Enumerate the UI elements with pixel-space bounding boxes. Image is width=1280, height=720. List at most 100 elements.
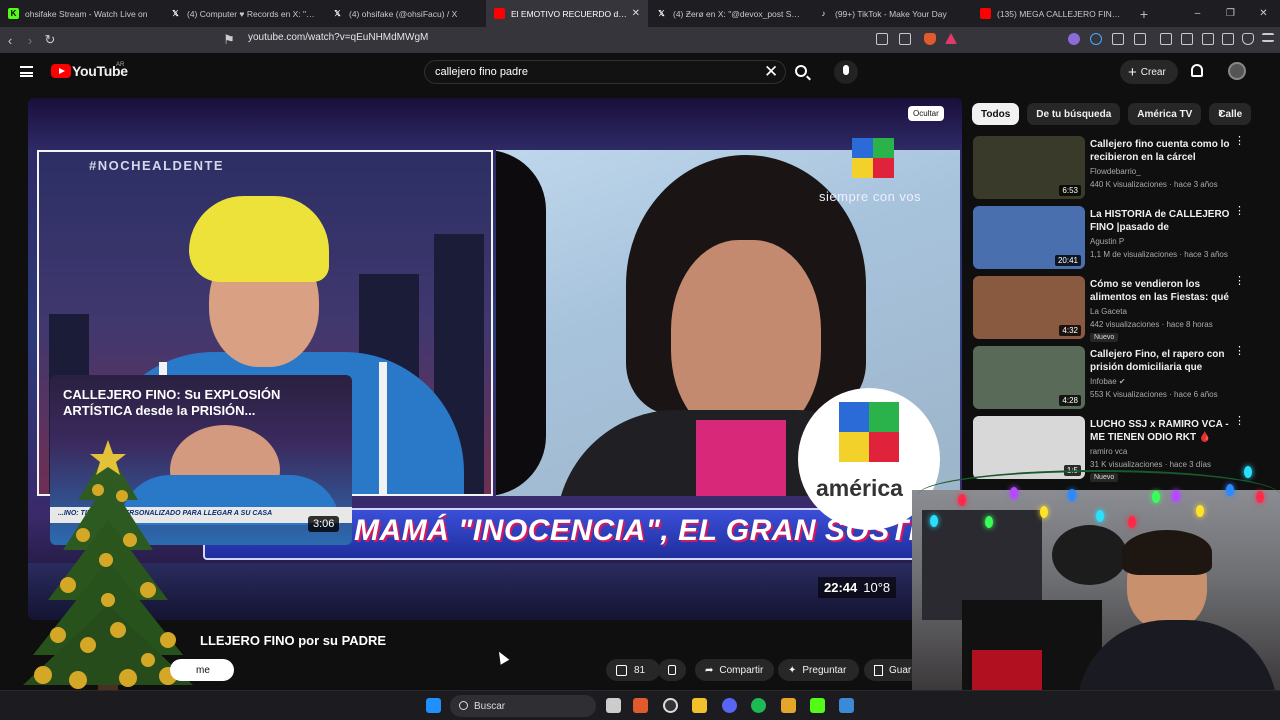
ask-button[interactable]: ✦ Preguntar [778,659,859,681]
url-field[interactable]: youtube.com/watch?v=qEuNHMdMWgM [248,32,428,43]
recommendation-title[interactable]: LUCHO SSJ x RAMIRO VCA - ME TIENEN ODIO … [1090,418,1230,444]
forward-icon[interactable]: › [20,33,40,48]
recommendation-channel[interactable]: Flowdebarrio_ [1090,167,1141,176]
sidebar-icon[interactable] [1181,33,1193,45]
save-label: Guar [889,664,912,676]
close-tab-icon[interactable]: ✕ [632,8,640,19]
share-icon[interactable] [899,33,911,45]
taskbar-search[interactable]: Buscar [450,695,596,717]
search-input[interactable]: callejero fino padre [424,60,786,84]
filter-chip[interactable]: Calle [1209,103,1252,125]
filter-chip[interactable]: América TV [1128,103,1202,125]
avatar[interactable] [1228,62,1246,80]
discord-icon[interactable] [722,698,737,713]
app-icon[interactable] [781,698,796,713]
create-label: Crear [1140,66,1166,78]
miniplayer-title[interactable]: CALLEJERO FINO: Su EXPLOSIÓN ARTÍSTICA d… [63,387,303,419]
pink-scarf [696,420,786,496]
extension-icon[interactable] [1112,33,1124,45]
recommendation-channel[interactable]: Agustin P [1090,237,1124,246]
notifications-bell-icon[interactable] [1191,64,1203,77]
tab-screen-icon[interactable] [876,33,888,45]
more-options-icon[interactable]: ⋮ [1234,206,1245,217]
recommendation-item[interactable]: 4:32 Cómo se vendieron los alimentos en l… [973,276,1263,346]
like-button[interactable]: 81 [606,659,660,681]
recommendation-channel[interactable]: La Gaceta [1090,307,1127,316]
browser-tab[interactable]: ▶ El EMOTIVO RECUERDO de C ✕ [486,0,648,27]
video-thumbnail[interactable]: 4:32 [973,276,1085,339]
browser-tab[interactable]: 𝕏 (4) Ƶerø en X: "@devox_post Se pue [648,0,810,27]
recommendation-meta: 553 K visualizaciones · hace 6 años [1090,390,1218,399]
kick-icon[interactable] [810,698,825,713]
close-window-icon[interactable]: ✕ [1247,8,1280,19]
file-explorer-icon[interactable] [692,698,707,713]
windows-start-icon[interactable] [426,698,441,713]
maximize-icon[interactable]: ❐ [1214,8,1247,19]
light-bulb [1226,484,1234,496]
more-options-icon[interactable]: ⋮ [1234,346,1245,357]
vpn-icon[interactable] [1242,33,1254,45]
more-options-icon[interactable]: ⋮ [1234,136,1245,147]
recommendation-item[interactable]: 20:41 La HISTORIA de CALLEJERO FINO |pasa… [973,206,1263,276]
recommendation-title[interactable]: La HISTORIA de CALLEJERO FINO |pasado de… [1090,208,1230,234]
tab-label: (4) Computer ♥ Records en X: "PlayS [187,8,316,19]
dislike-button[interactable] [658,659,686,681]
youtube-logo-icon[interactable] [51,64,71,78]
rewards-icon[interactable] [945,33,957,44]
obs-icon[interactable] [663,698,678,713]
recommendation-title[interactable]: Callejero Fino, el rapero con prisión do… [1090,348,1230,374]
media-icon[interactable] [1160,33,1172,45]
spotify-icon[interactable] [751,698,766,713]
filter-chip[interactable]: Todos [972,103,1020,125]
video-duration: 4:28 [1059,395,1081,406]
share-button[interactable]: ➦ Compartir [695,659,774,681]
extension-icon[interactable] [1090,33,1102,45]
country-code: AR [116,62,125,68]
new-tab-button[interactable]: + [1134,6,1154,22]
video-thumbnail[interactable]: 4:28 [973,346,1085,409]
recommendation-channel[interactable]: ramiro vca [1090,447,1127,456]
sparkle-icon: ✦ [788,664,797,676]
app-icon[interactable] [839,698,854,713]
minimize-icon[interactable]: – [1181,8,1214,19]
wallet-icon[interactable] [1202,33,1214,45]
video-thumbnail[interactable]: 6:53 [973,136,1085,199]
extension-icon[interactable] [1068,33,1080,45]
subscribe-button[interactable]: me [170,659,234,681]
yellow-cap [189,196,329,282]
more-options-icon[interactable]: ⋮ [1234,416,1245,427]
jacket-stripe [379,362,387,494]
video-thumbnail[interactable]: 20:41 [973,206,1085,269]
brave-shield-icon[interactable] [924,33,936,45]
filter-chip[interactable]: De tu búsqueda [1027,103,1121,125]
recommendation-title[interactable]: Callejero fino cuenta como lo recibieron… [1090,138,1230,164]
hide-button[interactable]: Ocultar [908,106,944,121]
recommendation-title[interactable]: Cómo se vendieron los alimentos en las F… [1090,278,1230,304]
extension-icon[interactable] [1134,33,1146,45]
reload-icon[interactable]: ↻ [40,32,60,48]
back-icon[interactable]: ‹ [0,33,20,48]
task-view-icon[interactable] [606,698,621,713]
youtube-icon: ▶ [494,8,505,19]
menu-icon[interactable] [1262,33,1274,42]
more-options-icon[interactable]: ⋮ [1234,276,1245,287]
browser-tab[interactable]: Kohsifake Stream - Watch Live on [0,0,162,27]
hamburger-menu-icon[interactable] [20,66,33,77]
browser-tab[interactable]: ♪ (99+) TikTok - Make Your Day [810,0,972,27]
brave-icon[interactable] [633,698,648,713]
clear-search-icon[interactable]: ✕ [764,62,778,82]
create-button[interactable]: + Crear [1120,60,1178,84]
browser-tab[interactable]: 𝕏 (4) Computer ♥ Records en X: "PlayS [162,0,324,27]
recommendation-item[interactable]: 4:28 Callejero Fino, el rapero con prisió… [973,346,1263,416]
on-screen-clock: 22:44 10°8 [818,577,897,598]
bookmark-icon[interactable]: ⚑ [219,32,239,48]
recommendation-item[interactable]: 6:53 Callejero fino cuenta como lo recibi… [973,136,1263,206]
filters-next-icon[interactable]: › [1218,104,1223,122]
leo-icon[interactable] [1222,33,1234,45]
browser-tab[interactable]: ▶ (135) MEGA CALLEJERO FINO RKT (V [972,0,1134,27]
browser-tab[interactable]: 𝕏 (4) ohsifake (@ohsiFacu) / X [324,0,486,27]
recommendation-channel[interactable]: Infobae ✔ [1090,377,1126,386]
voice-search-icon[interactable] [834,60,858,84]
search-button[interactable] [787,60,817,84]
search-icon [795,65,807,77]
